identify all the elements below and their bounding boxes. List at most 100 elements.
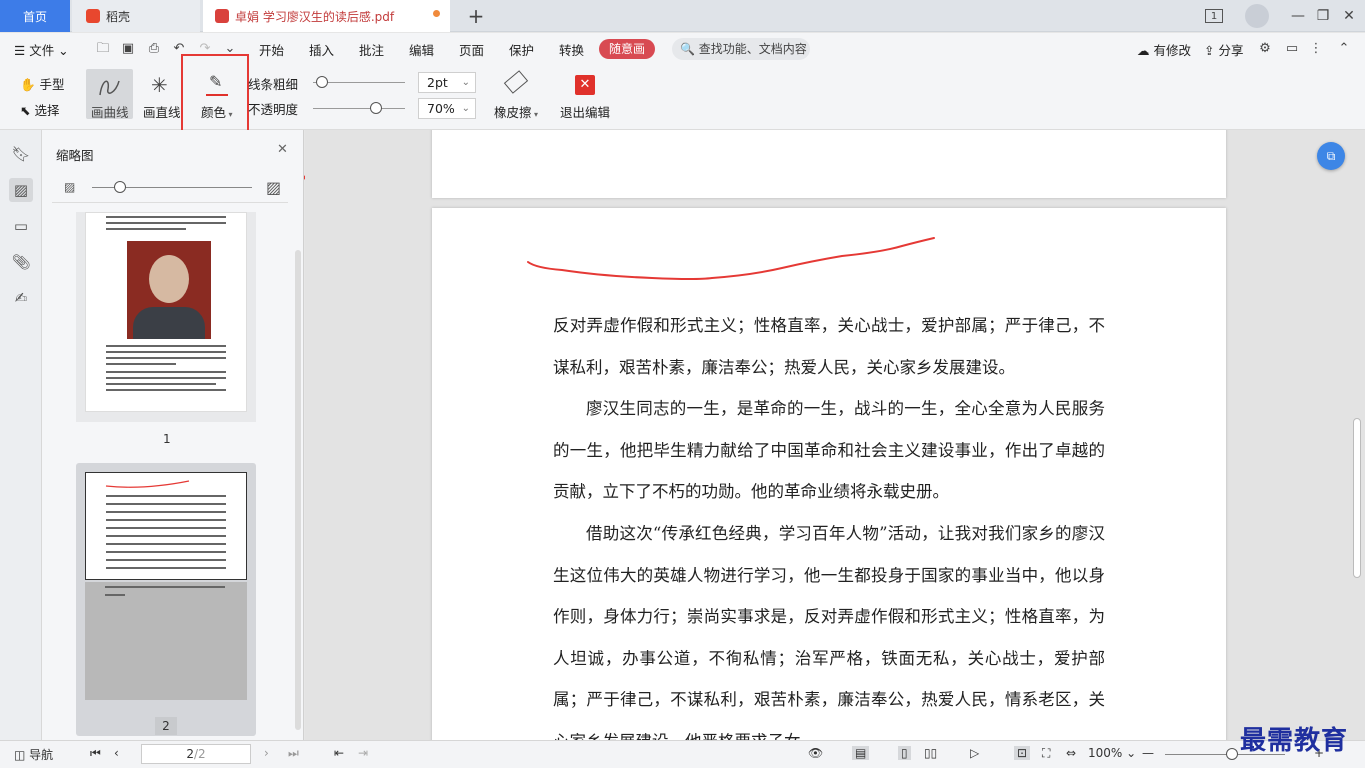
zoom-knob[interactable] — [1226, 748, 1238, 760]
file-menu-label: 文件 — [29, 43, 55, 58]
zoom-out-icon[interactable]: — — [1142, 746, 1154, 760]
menu-protect[interactable]: 保护 — [509, 40, 534, 59]
nav-toggle[interactable]: ◫ 导航 — [14, 746, 53, 763]
signature-icon[interactable]: ✍︎ — [9, 286, 33, 310]
curve-icon — [99, 80, 120, 96]
line-width-select[interactable]: 2pt ⌄ — [418, 72, 476, 93]
share-button[interactable]: ⇪ 分享 — [1204, 40, 1243, 59]
menu-insert[interactable]: 插入 — [309, 40, 334, 59]
hand-tool[interactable]: ✋ 手型 — [20, 74, 65, 93]
restore-icon[interactable]: ❐ — [1311, 5, 1335, 27]
exit-edit-button[interactable]: ✕ 退出编辑 — [556, 69, 614, 120]
page-2: 反对弄虚作假和形式主义；性格直率，关心战士，爱护部属；严于律己，不谋私利，艰苦朴… — [432, 208, 1226, 740]
fit-page-icon[interactable]: ⛶ — [1042, 746, 1050, 761]
tab-count-badge[interactable]: 1 — [1205, 9, 1223, 23]
actual-size-icon[interactable]: ⊡ — [1014, 746, 1031, 760]
select-label: 选择 — [34, 103, 60, 118]
eraser-button[interactable]: 橡皮擦 ▾ — [490, 69, 544, 120]
thumb-portrait-image — [127, 241, 211, 339]
thumb-small-icon[interactable]: ▨ — [64, 180, 75, 194]
thumb-page-1[interactable] — [85, 212, 247, 412]
opacity-select[interactable]: 70% ⌄ — [418, 98, 476, 119]
save-icon[interactable]: ▣ — [120, 41, 136, 57]
thumb-label-1: 1 — [163, 432, 171, 446]
thumb-text-line — [106, 527, 226, 529]
eye-icon[interactable]: 👁︎ — [808, 746, 823, 760]
comment-icon[interactable]: ▭ — [9, 214, 33, 238]
select-tool[interactable]: ⬉ 选择 — [20, 100, 59, 119]
thumb-text-line — [106, 535, 226, 537]
page-number-input[interactable]: 2/2 — [141, 744, 251, 764]
bookmark-icon[interactable]: 🔖︎ — [9, 142, 33, 166]
tab-docer[interactable]: 稻壳 — [72, 0, 200, 32]
draw-line-button[interactable]: ✳ 画直线 — [140, 69, 184, 120]
menu-page[interactable]: 页面 — [459, 40, 484, 59]
menu-convert[interactable]: 转换 — [559, 40, 584, 59]
thumb-size-knob[interactable] — [114, 181, 126, 193]
tab-document[interactable]: 卓娟 学习廖汉生的读后感.pdf — [203, 0, 450, 32]
thumbnail-icon[interactable]: ▨ — [9, 178, 33, 202]
thumb-page-2[interactable] — [85, 472, 247, 580]
forward-icon[interactable]: ⇥ — [358, 746, 368, 760]
draw-line-label: 画直线 — [143, 105, 181, 120]
fit-width-icon[interactable]: ⇔ — [1066, 746, 1076, 760]
watermark-logo: 最需教育 — [1240, 726, 1349, 756]
thumb-large-icon[interactable]: ▨ — [266, 178, 281, 197]
menu-start[interactable]: 开始 — [259, 40, 284, 59]
single-page-icon[interactable]: ▤ — [852, 746, 870, 760]
color-button[interactable]: ✎ 颜色 ▾ — [195, 69, 239, 120]
zoom-value: 100% — [1088, 746, 1123, 760]
thumb-scrollbar[interactable] — [295, 250, 301, 730]
two-page-icon[interactable]: ▯▯ — [924, 746, 937, 760]
back-icon[interactable]: ⇤ — [334, 746, 344, 760]
thumb-text-line — [106, 363, 176, 365]
prev-page-icon[interactable]: ‹ — [114, 746, 119, 760]
avatar[interactable] — [1245, 4, 1269, 28]
pdf-icon — [215, 9, 229, 23]
feedback-icon[interactable]: ▭ — [1284, 41, 1300, 57]
thumbnail-panel: 缩略图 ✕ ▨ ▨ 1 2 — [42, 130, 304, 740]
play-icon[interactable]: ▷ — [970, 746, 979, 760]
last-page-icon[interactable]: ⏭ — [288, 746, 299, 761]
modified-button[interactable]: ☁ 有修改 — [1137, 40, 1191, 59]
panel-close-icon[interactable]: ✕ — [277, 142, 288, 157]
print-icon[interactable]: ⎙ — [146, 41, 162, 57]
line-width-knob[interactable] — [316, 76, 328, 88]
thumb-text-line — [105, 586, 225, 588]
color-label-wrap: 颜色 ▾ — [201, 105, 233, 120]
opacity-label: 不透明度 — [248, 102, 299, 117]
tab-home-label: 首页 — [22, 9, 47, 24]
zoom-select[interactable]: 100% ⌄ — [1088, 746, 1136, 760]
menu-edit[interactable]: 编辑 — [409, 40, 434, 59]
thumb-text-line — [106, 495, 226, 497]
page-1-bottom — [432, 130, 1226, 198]
minimize-icon[interactable]: — — [1286, 5, 1310, 27]
settings-icon[interactable]: ⚙ — [1257, 41, 1273, 57]
menu-freehand[interactable]: 随意画 — [599, 39, 655, 59]
new-tab-button[interactable]: + — [462, 0, 490, 32]
file-menu[interactable]: ☰ 文件 ⌄ — [14, 40, 69, 59]
next-page-icon[interactable]: › — [264, 746, 269, 760]
first-page-icon[interactable]: ⏮ — [90, 746, 101, 761]
thumb-text-line — [106, 222, 226, 224]
tab-home[interactable]: 首页 — [0, 0, 70, 32]
opacity-knob[interactable] — [370, 102, 382, 114]
thumb-label-2: 2 — [155, 717, 177, 735]
attachment-icon[interactable]: 📎︎ — [9, 250, 33, 274]
menu-comment[interactable]: 批注 — [359, 40, 384, 59]
close-icon[interactable]: ✕ — [1337, 5, 1361, 27]
opacity-slider[interactable] — [313, 108, 405, 109]
doc-scrollbar[interactable] — [1353, 418, 1361, 578]
tab-docer-label: 稻壳 — [106, 9, 131, 24]
freehand-drawn-curve — [527, 237, 935, 280]
collapse-ribbon-icon[interactable]: ⌃ — [1336, 41, 1352, 57]
float-tool-icon[interactable]: ⧉ — [1317, 142, 1345, 170]
draw-curve-button[interactable]: 画曲线 — [86, 69, 133, 120]
continuous-icon[interactable]: ▯ — [898, 746, 911, 760]
open-icon[interactable]: 🗀 — [95, 41, 111, 57]
thumb-drawn-curve — [105, 480, 190, 488]
search-input[interactable]: 🔍 查找功能、文档内容 — [672, 38, 810, 60]
pen-icon: ✎ — [209, 72, 223, 91]
more-icon[interactable]: ⋮ — [1308, 41, 1324, 57]
line-width-label: 线条粗细 — [248, 77, 299, 92]
